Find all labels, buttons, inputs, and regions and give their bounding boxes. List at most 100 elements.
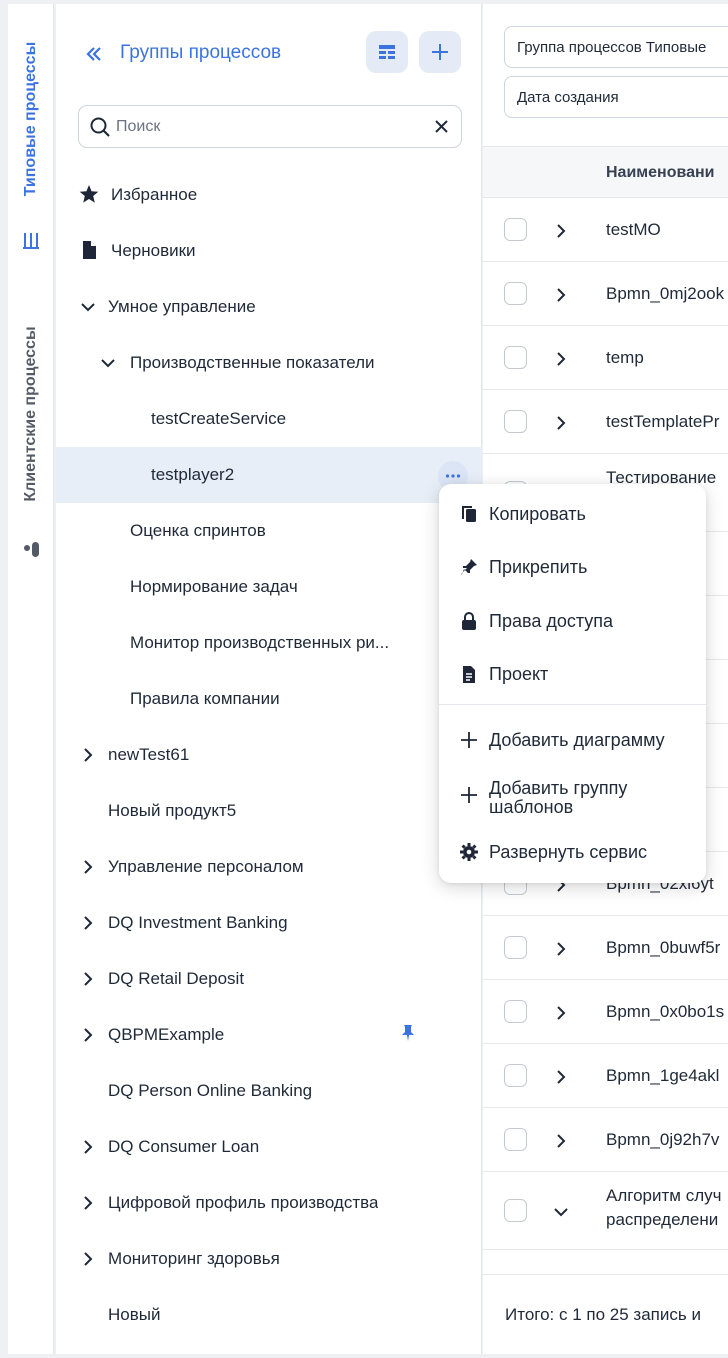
tab-client-processes[interactable]: Клиентские процессы bbox=[8, 304, 54, 524]
tab-typical-processes[interactable]: Типовые процессы bbox=[8, 24, 54, 214]
tree-item-label: Избранное bbox=[111, 185, 198, 204]
row-checkbox[interactable] bbox=[504, 282, 527, 305]
tree-item-label: DQ Investment Banking bbox=[108, 913, 288, 932]
tree-item[interactable]: Нормирование задач bbox=[56, 559, 482, 615]
tab-typical-label: Типовые процессы bbox=[22, 41, 39, 197]
double-chevron-left-icon[interactable] bbox=[82, 42, 106, 66]
row-checkbox[interactable] bbox=[504, 218, 527, 241]
chevron-down-icon[interactable] bbox=[551, 1202, 571, 1222]
row-checkbox[interactable] bbox=[504, 1064, 527, 1087]
tree-item[interactable]: Черновики bbox=[56, 223, 482, 279]
user-icon[interactable] bbox=[21, 539, 41, 559]
table-row[interactable]: temp bbox=[483, 326, 728, 390]
tree-item[interactable]: Производственные показатели bbox=[56, 335, 482, 391]
menu-item-добавить-диаграмму[interactable]: Добавить диаграмму bbox=[439, 724, 706, 758]
chevron-right-icon[interactable] bbox=[78, 1249, 98, 1269]
tree-item-label: Правила компании bbox=[130, 689, 280, 708]
tree-item[interactable]: testplayer2 bbox=[56, 447, 482, 503]
table-row[interactable]: Bpmn_0mj2ook bbox=[483, 262, 728, 326]
chevron-right-icon[interactable] bbox=[551, 413, 571, 433]
row-name: temp bbox=[606, 348, 644, 367]
panel-title: Группы процессов bbox=[120, 42, 282, 63]
table-row[interactable]: Bpmn_0j92h7v bbox=[483, 1108, 728, 1172]
chevron-right-icon[interactable] bbox=[551, 1067, 571, 1087]
tree-item[interactable]: Управление персоналом bbox=[56, 839, 482, 895]
table-row[interactable]: testTemplatePr bbox=[483, 390, 728, 454]
row-name: Bpmn_0j92h7v bbox=[606, 1130, 720, 1149]
tree-item[interactable]: newTest61 bbox=[56, 727, 482, 783]
row-checkbox[interactable] bbox=[504, 1199, 527, 1222]
tree-item[interactable]: Правила компании bbox=[56, 671, 482, 727]
tree-item[interactable]: Цифровой профиль производства bbox=[56, 1175, 482, 1231]
menu-item-развернуть-сервис[interactable]: Развернуть сервис bbox=[439, 836, 706, 870]
tree-item[interactable]: DQ Person Online Banking bbox=[56, 1063, 482, 1119]
tree-item[interactable]: Избранное bbox=[56, 167, 482, 223]
menu-item-права-доступа[interactable]: Права доступа bbox=[439, 605, 706, 639]
table-row[interactable]: Алгоритм случ распределени bbox=[483, 1172, 728, 1250]
row-checkbox[interactable] bbox=[504, 1128, 527, 1151]
chevron-right-icon[interactable] bbox=[551, 939, 571, 959]
close-icon[interactable] bbox=[434, 119, 449, 134]
chevron-right-icon[interactable] bbox=[551, 1003, 571, 1023]
list-icon[interactable] bbox=[21, 230, 41, 250]
search-input[interactable] bbox=[116, 114, 416, 140]
table-row[interactable]: testMO bbox=[483, 198, 728, 262]
chevron-right-icon[interactable] bbox=[78, 857, 98, 877]
tree-item[interactable]: QBPMExample bbox=[56, 1007, 482, 1063]
tree-item[interactable]: DQ Retail Deposit bbox=[56, 951, 482, 1007]
table-row[interactable]: Bpmn_0x0bo1s bbox=[483, 980, 728, 1044]
filter-process-group-text: Группа процессов Типовые bbox=[517, 39, 707, 56]
ellipsis-icon bbox=[445, 474, 461, 478]
view-toggle-button[interactable] bbox=[366, 31, 408, 73]
tree-item[interactable]: Новый продукт5 bbox=[56, 783, 482, 839]
row-checkbox[interactable] bbox=[504, 410, 527, 433]
tree-item-label: Цифровой профиль производства bbox=[108, 1193, 379, 1212]
chevron-right-icon[interactable] bbox=[551, 221, 571, 241]
filter-creation-date[interactable]: Дата создания bbox=[504, 76, 728, 118]
menu-item-проект[interactable]: Проект bbox=[439, 658, 706, 692]
table-row[interactable]: Bpmn_0buwf5r bbox=[483, 916, 728, 980]
chevron-down-icon[interactable] bbox=[98, 353, 118, 373]
chevron-down-icon[interactable] bbox=[78, 297, 98, 317]
process-groups-panel: Группы процессов ИзбранноеЧерновикиУмно bbox=[56, 4, 482, 1354]
add-group-button[interactable] bbox=[419, 31, 461, 73]
row-checkbox[interactable] bbox=[504, 1000, 527, 1023]
chevron-right-icon[interactable] bbox=[551, 349, 571, 369]
menu-item-копировать[interactable]: Копировать bbox=[439, 498, 706, 532]
tree-item-label: Умное управление bbox=[108, 297, 256, 316]
chevron-right-icon[interactable] bbox=[78, 745, 98, 765]
tree-item[interactable]: DQ Consumer Loan bbox=[56, 1119, 482, 1175]
search-box[interactable] bbox=[78, 105, 462, 148]
chevron-right-icon[interactable] bbox=[78, 1193, 98, 1213]
tree-item[interactable]: Мониторинг здоровья bbox=[56, 1231, 482, 1287]
menu-item-добавить-группу-шаблонов[interactable]: Добавить группу шаблонов bbox=[439, 772, 706, 818]
tree-item[interactable]: Умное управление bbox=[56, 279, 482, 335]
tree-item[interactable]: Новый bbox=[56, 1287, 482, 1343]
chevron-right-icon[interactable] bbox=[551, 1131, 571, 1151]
search-icon bbox=[90, 117, 110, 137]
tree-item-label: testCreateService bbox=[151, 409, 287, 428]
chevron-right-icon[interactable] bbox=[78, 969, 98, 989]
menu-item-прикрепить[interactable]: Прикрепить bbox=[439, 551, 706, 585]
chevron-right-icon[interactable] bbox=[78, 913, 98, 933]
column-header-name[interactable]: Наименовани bbox=[606, 164, 714, 182]
chevron-right-icon[interactable] bbox=[78, 1025, 98, 1045]
tree-item[interactable]: testCreateService bbox=[56, 391, 482, 447]
menu-item-label: Добавить диаграмму bbox=[489, 730, 665, 750]
menu-item-label: Развернуть сервис bbox=[489, 842, 648, 862]
table-row[interactable]: Bpmn_1ge4akl bbox=[483, 1044, 728, 1108]
chevron-right-icon[interactable] bbox=[551, 285, 571, 305]
filter-process-group[interactable]: Группа процессов Типовые bbox=[504, 26, 728, 68]
filter-creation-date-text: Дата создания bbox=[517, 89, 619, 106]
file-icon bbox=[463, 666, 475, 683]
tree-item-label: Нормирование задач bbox=[130, 577, 298, 596]
row-checkbox[interactable] bbox=[504, 346, 527, 369]
chevron-right-icon[interactable] bbox=[78, 1137, 98, 1157]
tree-item[interactable]: DQ Investment Banking bbox=[56, 895, 482, 951]
tree-item-label: QBPMExample bbox=[108, 1025, 225, 1044]
tree-item-label: Новый bbox=[108, 1305, 161, 1324]
row-name: Bpmn_0buwf5r bbox=[606, 938, 721, 957]
row-checkbox[interactable] bbox=[504, 936, 527, 959]
tree-item[interactable]: Монитор производственных ри... bbox=[56, 615, 482, 671]
tree-item[interactable]: Оценка спринтов bbox=[56, 503, 482, 559]
